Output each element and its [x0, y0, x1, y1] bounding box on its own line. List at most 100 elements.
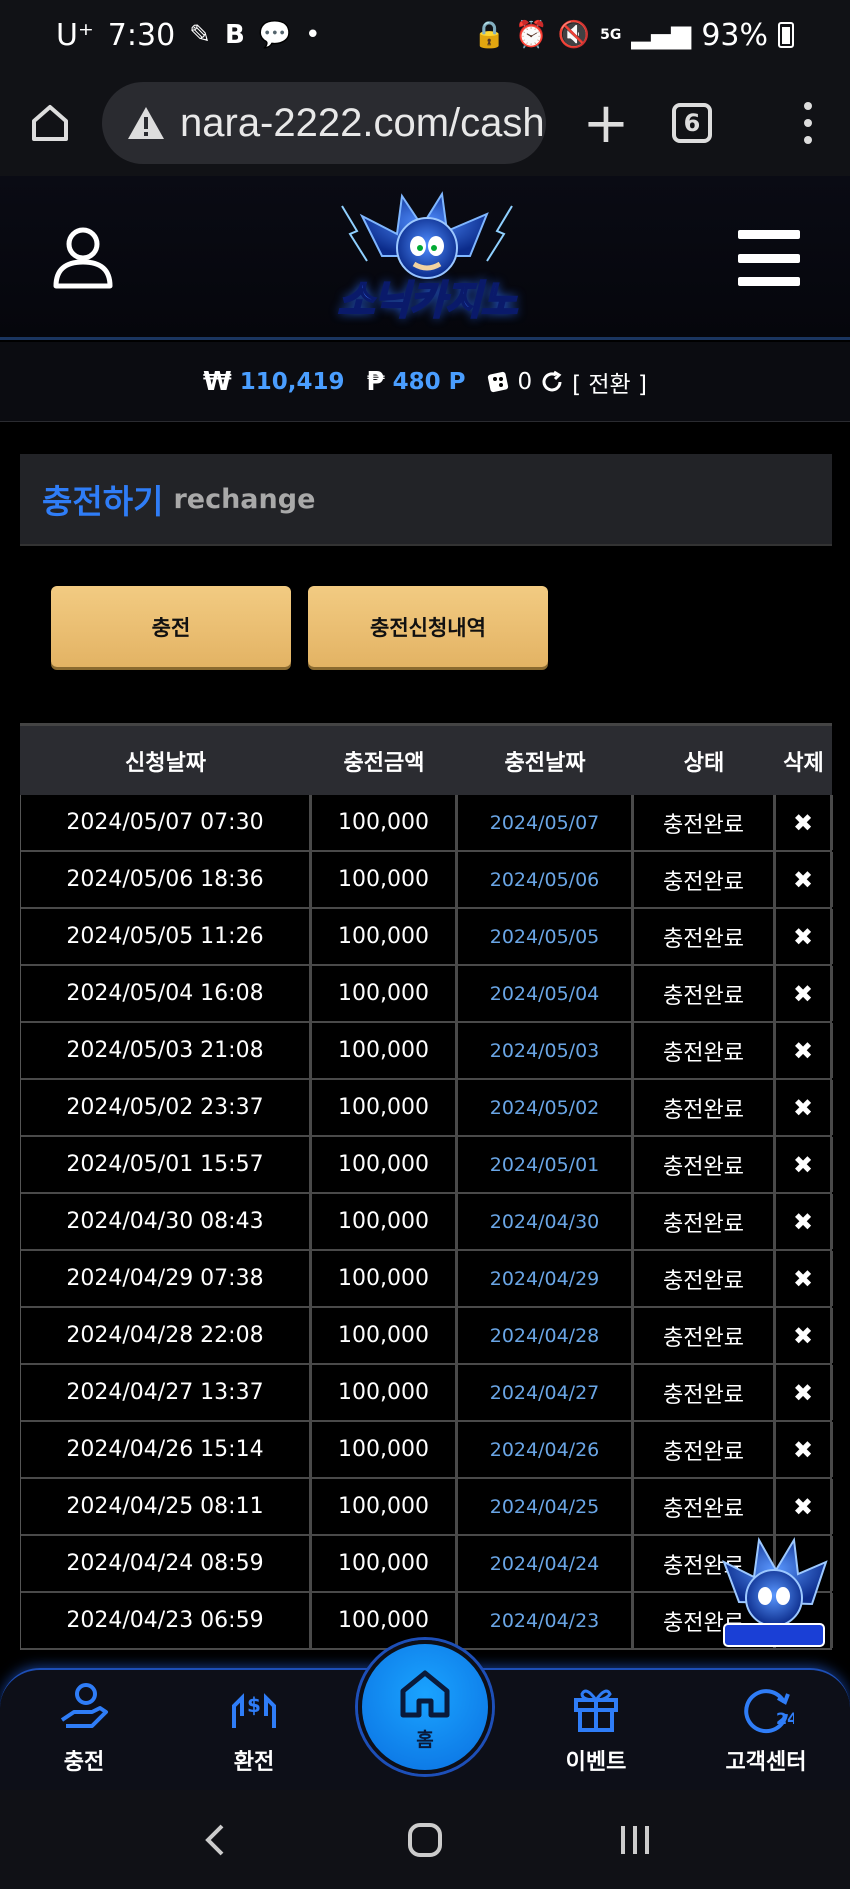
site-logo[interactable]: 소닉카지노 [322, 186, 532, 336]
svg-text:24: 24 [776, 1709, 794, 1728]
section-title: 충전하기 [42, 482, 164, 521]
delete-button[interactable]: ✖ [776, 852, 833, 907]
delete-button[interactable]: ✖ [776, 1479, 833, 1534]
section-subtitle: rechange [173, 483, 316, 515]
status-cell: 충전완료 [634, 1308, 776, 1363]
status-cell: 충전완료 [634, 1023, 776, 1078]
header-status: 상태 [683, 750, 725, 776]
nav-exchange[interactable]: $ 환전 [194, 1680, 314, 1786]
nav-home[interactable]: 홈 [358, 1640, 492, 1774]
status-cell: 충전완료 [634, 909, 776, 964]
nav-support-label: 고객센터 [725, 1750, 807, 1775]
delete-button[interactable]: ✖ [776, 795, 833, 850]
request-date-cell: 2024/05/06 18:36 [21, 852, 312, 907]
header-delete: 삭제 [783, 750, 824, 776]
menu-button[interactable] [738, 230, 800, 286]
table-row: 2024/04/28 22:08 100,000 2024/04/28 충전완료 ✖ [21, 1308, 833, 1365]
charge-date-cell: 2024/05/05 [458, 909, 634, 964]
amount-cell: 100,000 [312, 1365, 458, 1420]
switch-button[interactable]: [ 전환 ] [572, 365, 647, 399]
request-date-cell: 2024/05/07 07:30 [21, 795, 312, 850]
new-tab-button[interactable]: + [576, 90, 636, 156]
charge-date-cell: 2024/05/06 [458, 852, 634, 907]
status-cell: 충전완료 [634, 1422, 776, 1477]
charge-date-cell: 2024/04/26 [458, 1422, 634, 1477]
logo-text: 소닉카지노 [337, 277, 519, 325]
charge-date-cell: 2024/04/27 [458, 1365, 634, 1420]
dot-icon: • [305, 20, 321, 50]
request-date-cell: 2024/04/28 22:08 [21, 1308, 312, 1363]
table-body: 2024/05/07 07:30 100,000 2024/05/07 충전완료 ✖ 20… [20, 795, 833, 1650]
chip-balance: 0 [ 전환 ] [487, 365, 647, 399]
header-request-date: 신청날짜 [125, 750, 206, 776]
point-balance: ₱ 480 P [366, 367, 465, 397]
status-cell: 충전완료 [634, 852, 776, 907]
table-row: 2024/05/04 16:08 100,000 2024/05/04 충전완료 ✖ [21, 966, 833, 1023]
delete-button[interactable]: ✖ [776, 1308, 833, 1363]
nav-event[interactable]: 이벤트 [536, 1680, 656, 1786]
delete-button[interactable]: ✖ [776, 1194, 833, 1249]
delete-button[interactable]: ✖ [776, 1251, 833, 1306]
table-row: 2024/04/30 08:43 100,000 2024/04/30 충전완료 ✖ [21, 1194, 833, 1251]
header-amount: 충전금액 [343, 750, 425, 776]
charge-date-cell: 2024/04/23 [458, 1593, 634, 1648]
nav-charge-label: 충전 [63, 1750, 105, 1775]
balance-bar: ₩ 110,419 ₱ 480 P 0 [ 전환 ] [0, 342, 850, 422]
svg-text:$: $ [247, 1693, 261, 1717]
dice-icon [488, 371, 509, 392]
nav-support[interactable]: 24 고객센터 [706, 1680, 826, 1786]
money-balance: ₩ 110,419 [203, 367, 344, 397]
user-button[interactable] [48, 222, 118, 292]
table-row: 2024/05/06 18:36 100,000 2024/05/06 충전완료 ✖ [21, 852, 833, 909]
carrier-label: U⁺ [56, 17, 94, 53]
table-row: 2024/05/03 21:08 100,000 2024/05/03 충전완료 ✖ [21, 1023, 833, 1080]
talk-icon: 💬 [258, 20, 292, 50]
delete-button[interactable]: ✖ [776, 1422, 833, 1477]
home-nav-button[interactable] [395, 1810, 455, 1870]
floating-mascot-button[interactable] [714, 1532, 834, 1652]
home-icon [32, 105, 68, 141]
request-date-cell: 2024/05/02 23:37 [21, 1080, 312, 1135]
alarm-icon: ⏰ [515, 20, 548, 50]
plus-icon: + [582, 90, 630, 156]
nav-charge[interactable]: 충전 [24, 1680, 144, 1786]
delete-button[interactable]: ✖ [776, 966, 833, 1021]
site-header: 소닉카지노 [0, 176, 850, 340]
charge-button[interactable]: 충전 [51, 586, 291, 667]
request-date-cell: 2024/04/24 08:59 [21, 1536, 312, 1591]
nav-event-label: 이벤트 [565, 1750, 627, 1775]
delete-button[interactable]: ✖ [776, 1080, 833, 1135]
status-cell: 충전완료 [634, 966, 776, 1021]
url-text: nara-2222.com/cash [180, 100, 545, 145]
table-row: 2024/05/02 23:37 100,000 2024/05/02 충전완료 ✖ [21, 1080, 833, 1137]
request-date-cell: 2024/04/29 07:38 [21, 1251, 312, 1306]
address-bar[interactable]: nara-2222.com/cash [102, 82, 546, 164]
point-icon: ₱ [366, 366, 385, 397]
charge-date-cell: 2024/05/07 [458, 795, 634, 850]
lock-icon: 🔒 [472, 20, 506, 50]
pencil-icon: ✎ [189, 20, 211, 50]
charge-date-cell: 2024/04/29 [458, 1251, 634, 1306]
back-icon [205, 1824, 224, 1855]
network-icon: 5G [600, 27, 622, 43]
status-cell: 충전완료 [634, 1080, 776, 1135]
browser-home-button[interactable] [20, 93, 80, 153]
status-cell: 충전완료 [634, 1194, 776, 1249]
delete-button[interactable]: ✖ [776, 1023, 833, 1078]
recents-button[interactable] [605, 1810, 665, 1870]
delete-button[interactable]: ✖ [776, 1137, 833, 1192]
status-bar: U⁺ 7:30 ✎ B 💬 • 🔒 ⏰ 🔇 5G ▂▄▆ 93% [0, 0, 850, 70]
delete-button[interactable]: ✖ [776, 909, 833, 964]
amount-cell: 100,000 [312, 1479, 458, 1534]
request-date-cell: 2024/04/26 15:14 [21, 1422, 312, 1477]
amount-cell: 100,000 [312, 1080, 458, 1135]
won-icon: ₩ [203, 366, 232, 397]
circle-home-icon [408, 1822, 442, 1857]
table-row: 2024/05/07 07:30 100,000 2024/05/07 충전완료 ✖ [21, 795, 833, 852]
refresh-icon[interactable] [540, 370, 564, 394]
browser-menu-button[interactable] [804, 102, 812, 144]
tab-switcher-button[interactable]: 6 [672, 103, 712, 143]
back-button[interactable] [185, 1810, 245, 1870]
charge-history-button[interactable]: 충전신청내역 [308, 586, 548, 667]
delete-button[interactable]: ✖ [776, 1365, 833, 1420]
